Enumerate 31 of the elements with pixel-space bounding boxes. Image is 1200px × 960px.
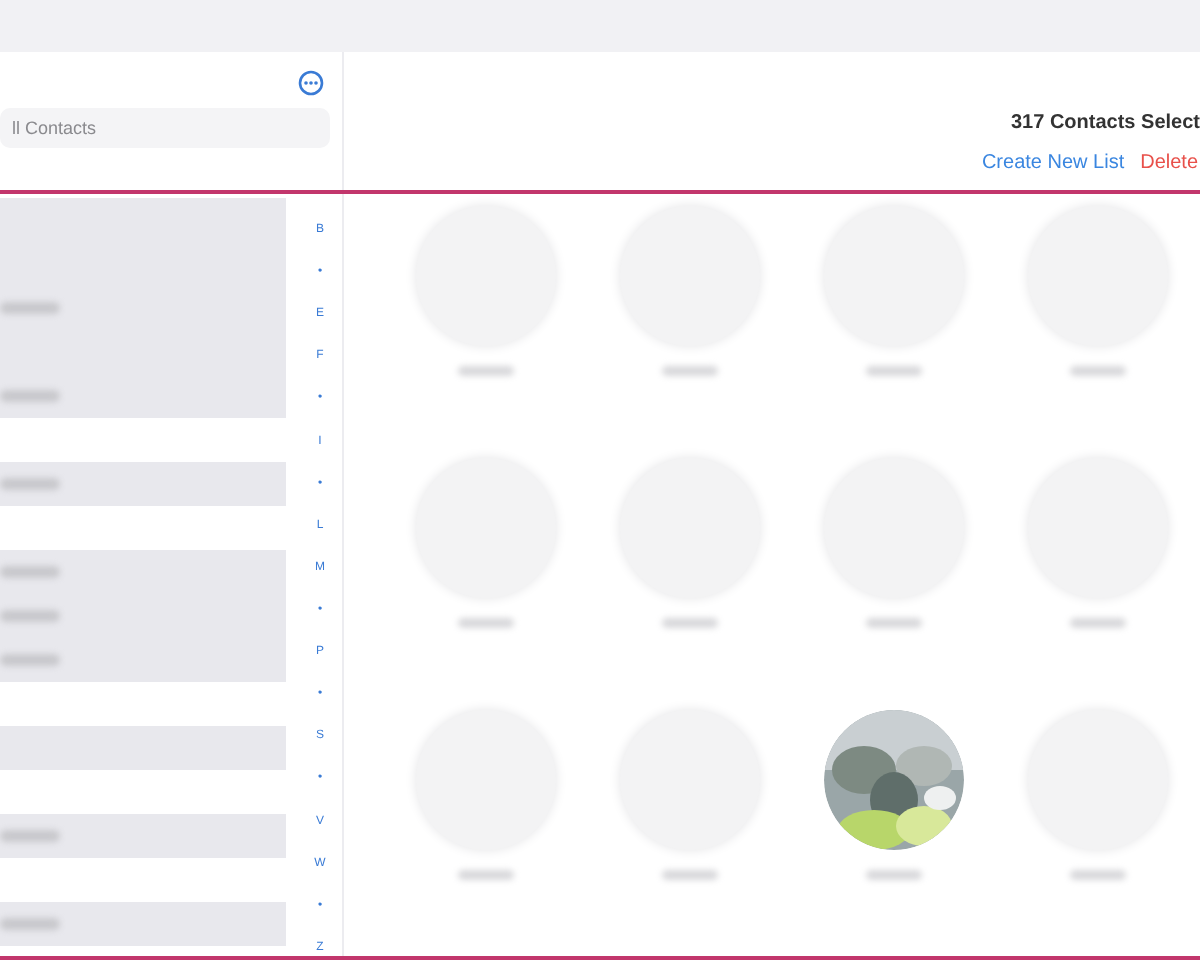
blurred-text bbox=[0, 478, 60, 490]
blurred-text bbox=[1070, 870, 1126, 880]
blurred-text bbox=[0, 566, 60, 578]
blurred-text bbox=[458, 618, 514, 628]
blurred-text bbox=[866, 870, 922, 880]
blurred-text bbox=[458, 870, 514, 880]
blurred-text bbox=[0, 302, 60, 314]
blurred-text bbox=[458, 366, 514, 376]
blurred-text bbox=[0, 918, 60, 930]
list-row[interactable] bbox=[0, 374, 286, 418]
search-field[interactable]: ll Contacts bbox=[0, 108, 330, 148]
blurred-text bbox=[662, 618, 718, 628]
list-row[interactable] bbox=[0, 462, 286, 506]
blurred-text bbox=[0, 390, 60, 402]
blurred-text bbox=[866, 366, 922, 376]
blurred-text bbox=[0, 830, 60, 842]
list-row[interactable] bbox=[0, 638, 286, 682]
action-link[interactable]: Delete bbox=[1140, 152, 1198, 174]
blurred-text bbox=[0, 654, 60, 666]
list-row[interactable] bbox=[0, 550, 286, 594]
blurred-text bbox=[662, 366, 718, 376]
more-icon[interactable] bbox=[298, 69, 324, 95]
blurred-text bbox=[1070, 366, 1126, 376]
blurred-text bbox=[1070, 618, 1126, 628]
blurred-text bbox=[866, 618, 922, 628]
list-row[interactable] bbox=[0, 902, 286, 946]
selected-count: 317 Contacts Select bbox=[1011, 112, 1200, 134]
list-row[interactable] bbox=[0, 814, 286, 858]
blurred-text bbox=[662, 870, 718, 880]
blurred-text bbox=[0, 610, 60, 622]
action-link[interactable]: Create New List bbox=[981, 152, 1125, 174]
